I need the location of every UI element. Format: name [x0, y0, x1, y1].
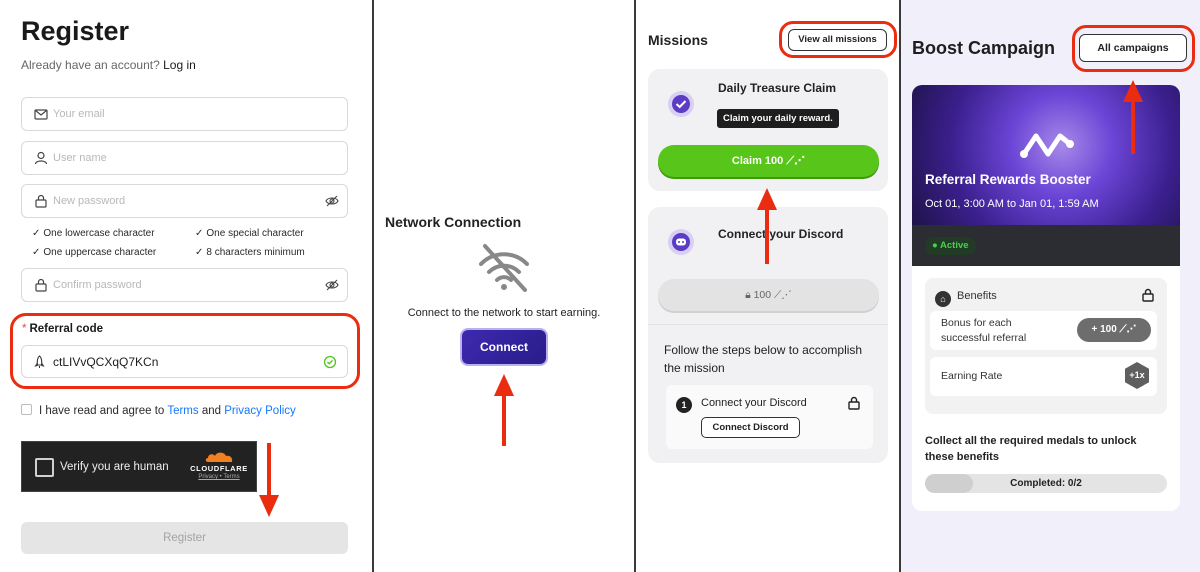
bonus-value-pill: + 100 ⟋⋰: [1077, 318, 1151, 342]
status-strip: ● Active: [912, 225, 1180, 266]
connect-button[interactable]: Connect: [462, 330, 546, 364]
eye-off-icon[interactable]: [325, 278, 339, 292]
username-field[interactable]: User name: [21, 141, 348, 175]
requirement-uppercase: ✓ One uppercase character: [32, 247, 157, 258]
email-placeholder: Your email: [53, 108, 105, 120]
wifi-off-icon: [479, 244, 529, 292]
points-icon: ⟋⋰: [786, 155, 806, 167]
up-arrow-annotation: [757, 188, 777, 264]
mission-tooltip: Claim your daily reward.: [717, 109, 839, 128]
gift-icon: ⌂: [935, 291, 951, 307]
benefit-label: Earning Rate: [941, 370, 1003, 382]
up-arrow-annotation: [494, 374, 514, 446]
campaign-name: Referral Rewards Booster: [925, 172, 1091, 187]
lock-icon: [848, 396, 860, 410]
captcha-text: Verify you are human: [60, 461, 169, 473]
captcha-widget: Verify you are human CLOUDFLARE Privacy …: [21, 441, 257, 492]
mission-name: Daily Treasure Claim: [718, 81, 837, 95]
boost-title: Boost Campaign: [912, 38, 1056, 58]
requirement-lowercase: ✓ One lowercase character: [32, 228, 155, 239]
network-description: Connect to the network to start earning.: [407, 307, 601, 319]
progress-text: Completed: 0/2: [1010, 478, 1082, 489]
referral-highlight-ring: [10, 313, 360, 389]
network-panel: Network Connection Connect to the networ…: [374, 0, 634, 572]
register-button[interactable]: Register: [21, 522, 348, 554]
login-prompt: Already have an account? Log in: [21, 58, 196, 72]
mission-name: Connect your Discord: [718, 227, 844, 241]
mail-icon: [34, 109, 48, 120]
network-title: Network Connection: [385, 214, 522, 230]
terms-link[interactable]: Terms: [167, 405, 198, 417]
collect-medals-text: Collect all the required medals to unloc…: [925, 435, 1137, 463]
already-text: Already have an account?: [21, 58, 160, 72]
benefit-row-earning-rate: Earning Rate +1x: [930, 357, 1157, 396]
lock-icon: [1142, 288, 1154, 302]
eye-off-icon[interactable]: [325, 194, 339, 208]
points-icon: ⟋⋰: [774, 289, 792, 301]
confirm-password-field[interactable]: Confirm password: [21, 268, 348, 302]
rate-hex-badge: +1x: [1125, 362, 1149, 389]
all-campaigns-highlight-ring: [1072, 25, 1195, 72]
campaign-dates: Oct 01, 3:00 AM to Jan 01, 1:59 AM: [925, 198, 1099, 210]
check-icon: ✓: [32, 228, 41, 239]
user-icon: [34, 151, 48, 165]
connect-discord-button[interactable]: Connect Discord: [701, 417, 800, 438]
benefit-row-bonus: Bonus for each successful referral + 100 …: [930, 311, 1157, 350]
check-icon: ✓: [32, 247, 41, 258]
step-number: 1: [676, 397, 692, 413]
view-all-highlight-ring: [779, 21, 897, 58]
register-panel: Register Already have an account? Log in…: [0, 0, 372, 572]
requirement-special: ✓ One special character: [195, 228, 304, 239]
locked-reward-button: 🔒︎ 100 ⟋⋰: [658, 279, 879, 311]
confirm-placeholder: Confirm password: [53, 279, 142, 291]
status-badge: ● Active: [925, 237, 976, 255]
progress-bar: Completed: 0/2: [925, 474, 1167, 493]
campaign-logo-icon: [1020, 133, 1074, 158]
password-field[interactable]: New password: [21, 184, 348, 218]
mission-card-daily: Daily Treasure Claim Claim your daily re…: [648, 69, 888, 191]
mission-instructions: Follow the steps below to accomplish the…: [664, 343, 863, 375]
card-divider: [648, 324, 888, 325]
discord-icon: [668, 229, 694, 255]
lock-icon: [35, 194, 47, 208]
cloudflare-logo: CLOUDFLARE Privacy • Terms: [186, 450, 252, 480]
check-badge-icon: [668, 91, 694, 117]
requirement-length: ✓ 8 characters minimum: [195, 247, 305, 258]
privacy-link[interactable]: Privacy Policy: [224, 405, 296, 417]
benefits-box: ⌂ Benefits Bonus for each successful refer…: [925, 278, 1167, 414]
missions-title: Missions: [648, 32, 708, 48]
check-icon: ✓: [195, 247, 204, 258]
points-icon: ⟋⋰: [1119, 324, 1137, 335]
register-title: Register: [21, 16, 130, 46]
login-link[interactable]: Log in: [163, 58, 196, 72]
down-arrow-annotation: [259, 443, 279, 517]
cloud-icon: [205, 452, 233, 462]
benefit-label: Bonus for each successful referral: [941, 317, 1027, 344]
up-arrow-annotation: [1123, 80, 1143, 154]
benefits-header: ⌂ Benefits: [935, 290, 997, 307]
missions-panel: Missions View all missions Daily Treasur…: [636, 0, 899, 572]
check-icon: ✓: [195, 228, 204, 239]
password-placeholder: New password: [53, 195, 126, 207]
captcha-checkbox[interactable]: [35, 458, 54, 477]
agree-checkbox-row[interactable]: I have read and agree to Terms and Priva…: [21, 404, 296, 417]
agree-checkbox[interactable]: [21, 404, 32, 415]
email-field[interactable]: Your email: [21, 97, 348, 131]
boost-panel: Boost Campaign All campaigns Referral Re…: [901, 0, 1200, 572]
lock-icon: 🔒︎: [745, 289, 751, 301]
step-label: Connect your Discord: [701, 397, 807, 409]
screenshot-collage: Register Already have an account? Log in…: [0, 0, 1200, 572]
mission-step: 1 Connect your Discord Connect Discord: [666, 385, 873, 449]
claim-button[interactable]: Claim 100 ⟋⋰: [658, 145, 879, 177]
lock-icon: [35, 278, 47, 292]
username-placeholder: User name: [53, 152, 107, 164]
